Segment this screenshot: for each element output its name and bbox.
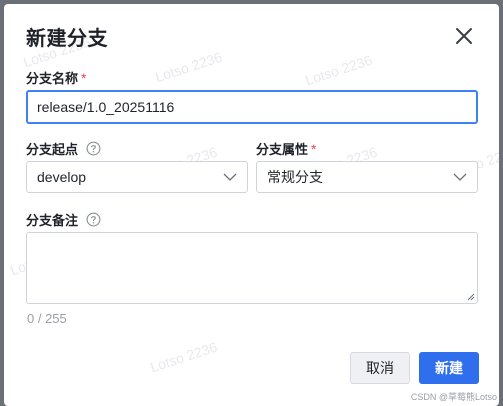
- required-mark: *: [311, 140, 317, 157]
- branch-type-label: 分支属性 *: [256, 139, 316, 158]
- branch-type-label-text: 分支属性: [256, 142, 309, 157]
- branch-start-label-text: 分支起点: [26, 142, 79, 157]
- close-icon: [456, 28, 472, 44]
- watermark: Lotso 2236: [153, 48, 225, 86]
- branch-start-label: 分支起点: [26, 139, 101, 158]
- branch-name-label: 分支名称 *: [26, 68, 86, 87]
- dialog-title: 新建分支: [26, 28, 108, 50]
- branch-note-textarea[interactable]: [26, 232, 478, 304]
- branch-type-select[interactable]: 常规分支: [256, 161, 478, 193]
- question-circle-icon[interactable]: [86, 141, 101, 156]
- credit-watermark: CSDN @草莓熊Lotso: [410, 392, 497, 402]
- branch-name-label-text: 分支名称: [26, 71, 79, 86]
- chevron-down-icon: [223, 173, 237, 181]
- watermark: Lotso 2236: [303, 51, 375, 89]
- cancel-button[interactable]: 取消: [350, 352, 410, 384]
- close-button[interactable]: [452, 24, 476, 48]
- branch-note-label: 分支备注: [26, 210, 101, 229]
- chevron-down-icon: [453, 173, 467, 181]
- branch-name-value: release/1.0_20251116: [37, 99, 175, 115]
- new-branch-dialog: Lotso 2236 Lotso 2236 Lotso 2236 Lotso 2…: [4, 4, 503, 406]
- branch-note-label-text: 分支备注: [26, 213, 79, 228]
- branch-type-value: 常规分支: [267, 169, 323, 185]
- branch-start-value: develop: [37, 169, 87, 185]
- char-counter: 0 / 255: [27, 311, 67, 326]
- branch-start-select[interactable]: develop: [26, 161, 248, 193]
- required-mark: *: [81, 69, 87, 86]
- resize-handle-icon[interactable]: [467, 293, 475, 301]
- watermark: Lotso 2236: [148, 338, 220, 376]
- question-circle-icon[interactable]: [86, 212, 101, 227]
- create-button[interactable]: 新建: [419, 352, 479, 384]
- branch-name-input[interactable]: release/1.0_20251116: [26, 90, 478, 124]
